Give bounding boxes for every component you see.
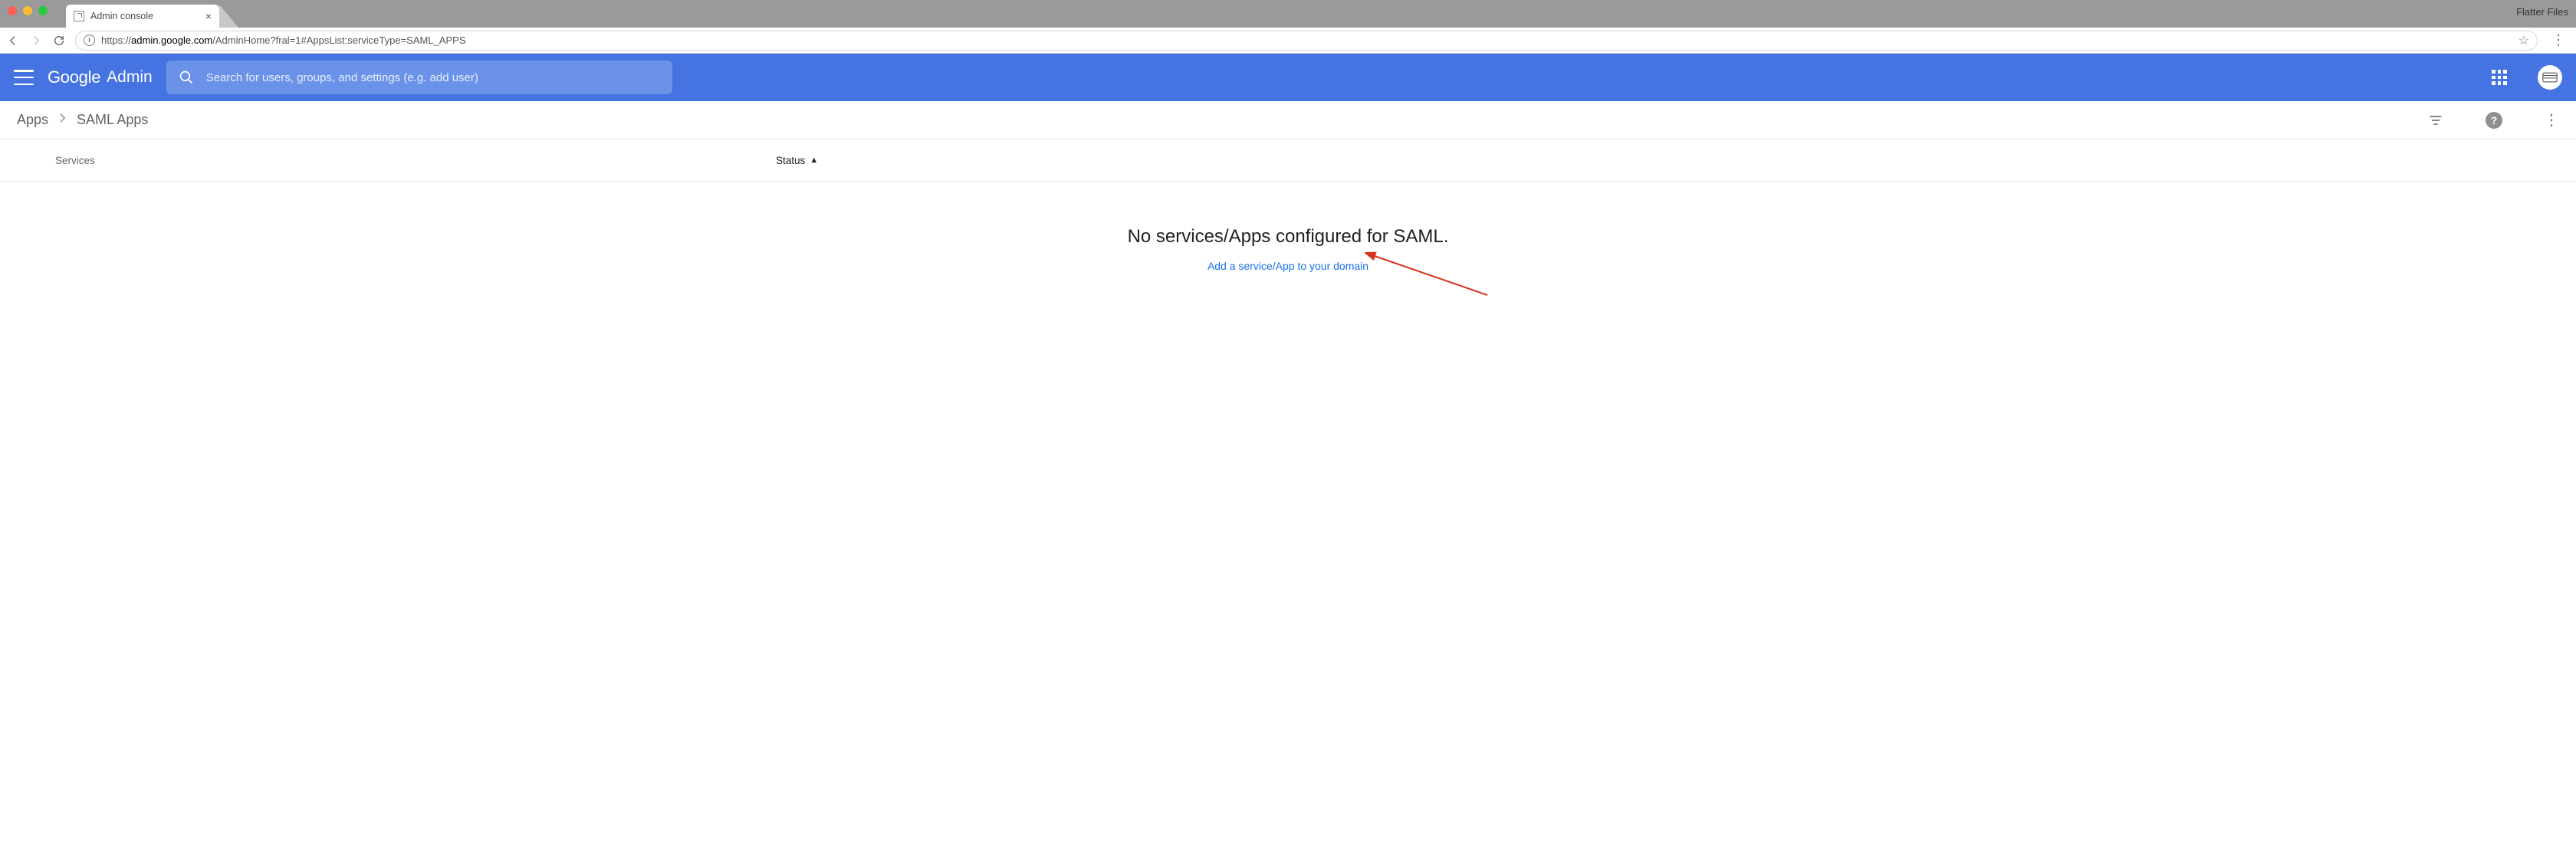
window-minimize-dot[interactable]: [23, 6, 32, 15]
column-status-label: Status: [776, 155, 805, 166]
window-controls: [8, 6, 48, 15]
tab-title: Admin console: [90, 11, 153, 21]
table-header: Services Status ▲: [0, 139, 2576, 182]
empty-state-heading: No services/Apps configured for SAML.: [0, 226, 2576, 248]
breadcrumb-root[interactable]: Apps: [17, 112, 48, 128]
chevron-right-icon: [59, 113, 66, 127]
account-avatar[interactable]: [2538, 65, 2562, 90]
address-bar[interactable]: i https://admin.google.com/AdminHome?fra…: [75, 31, 2538, 51]
avatar-glyph-icon: [2542, 72, 2558, 83]
column-status[interactable]: Status ▲: [776, 155, 818, 166]
search-icon: [179, 70, 194, 85]
empty-state: No services/Apps configured for SAML. Ad…: [0, 182, 2576, 304]
site-info-icon[interactable]: i: [84, 34, 95, 46]
admin-logo-text: Admin: [107, 68, 153, 87]
sort-asc-icon: ▲: [810, 156, 818, 165]
tab-shadow: [219, 5, 238, 28]
tab-favicon-icon: [74, 11, 84, 21]
product-logo[interactable]: Google Admin: [48, 67, 153, 87]
bookmark-star-icon[interactable]: ☆: [2518, 33, 2529, 48]
window-zoom-dot[interactable]: [38, 6, 48, 15]
tab-close-icon[interactable]: ×: [205, 11, 212, 21]
browser-tab[interactable]: Admin console ×: [66, 5, 219, 28]
os-titlebar: Admin console × Flatter Files: [0, 0, 2576, 28]
add-service-link[interactable]: Add a service/App to your domain: [1208, 260, 1368, 272]
more-options-icon[interactable]: ⋮: [2544, 110, 2559, 130]
annotation-arrow-icon: [1365, 249, 1495, 303]
window-label: Flatter Files: [2516, 6, 2568, 18]
nav-forward-button[interactable]: [29, 34, 43, 48]
filter-icon[interactable]: [2427, 112, 2444, 129]
breadcrumb-bar: Apps SAML Apps ? ⋮: [0, 101, 2576, 139]
browser-toolbar: i https://admin.google.com/AdminHome?fra…: [0, 28, 2576, 54]
google-apps-icon[interactable]: [2492, 70, 2507, 85]
app-header: Google Admin: [0, 54, 2576, 101]
window-close-dot[interactable]: [8, 6, 17, 15]
nav-back-button[interactable]: [6, 34, 20, 48]
google-logo-text: Google: [48, 67, 100, 87]
column-services[interactable]: Services: [55, 155, 776, 166]
url-text: https://admin.google.com/AdminHome?fral=…: [101, 34, 465, 46]
help-icon[interactable]: ?: [2486, 112, 2502, 129]
main-menu-button[interactable]: [14, 70, 34, 85]
search-input[interactable]: [206, 71, 660, 84]
breadcrumb-current: SAML Apps: [77, 112, 148, 128]
browser-menu-button[interactable]: ⋮: [2547, 32, 2570, 48]
search-box[interactable]: [166, 61, 672, 94]
nav-reload-button[interactable]: [52, 34, 66, 48]
